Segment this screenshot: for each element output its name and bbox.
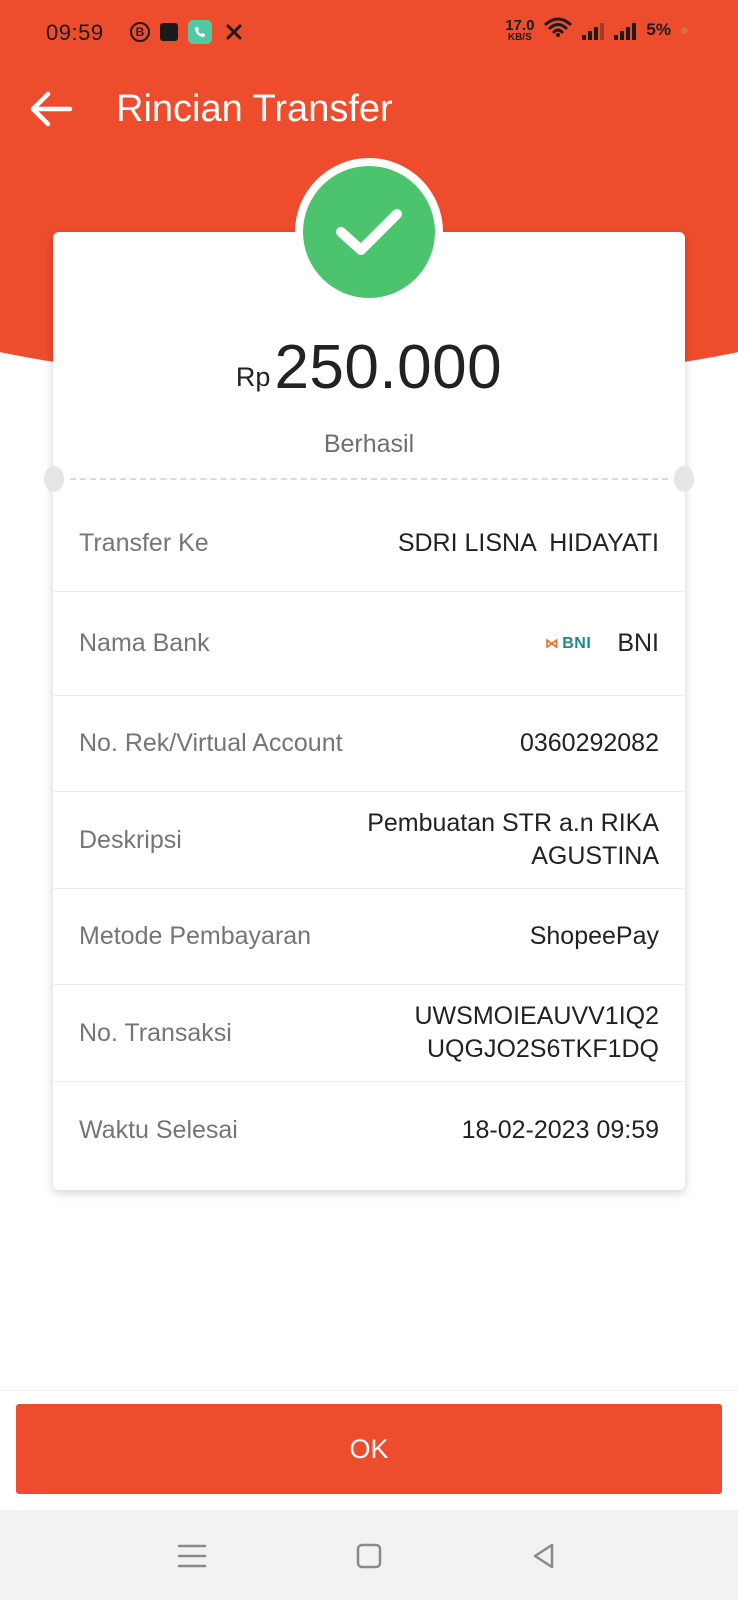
back-arrow-icon	[30, 91, 73, 127]
menu-icon	[177, 1544, 207, 1568]
detail-row-transaction-no: No. Transaksi UWSMOIEAUVV1IQ2 UQGJO2S6TK…	[53, 985, 685, 1082]
bank-value: ⋈ BNI BNI	[545, 627, 659, 660]
status-time: 09:59	[46, 20, 104, 45]
recent-apps-button[interactable]	[170, 1534, 214, 1578]
check-icon	[336, 209, 402, 255]
check-circle	[303, 166, 435, 298]
completed-time: 18-02-2023 09:59	[461, 1115, 659, 1144]
status-bar: 09:59 B 17.0 KB/S 5%	[0, 0, 738, 66]
back-triangle-icon	[533, 1543, 554, 1569]
page-title: Rincian Transfer	[116, 88, 393, 130]
battery-level: 5%	[646, 20, 671, 39]
detail-row-account: No. Rek/Virtual Account 0360292082	[53, 696, 685, 792]
whatsapp-icon	[188, 20, 212, 44]
signal-icon	[614, 20, 637, 40]
transaction-status: Berhasil	[323, 430, 415, 458]
dashed-divider	[70, 478, 668, 480]
description-line: Pembuatan STR a.n RIKA	[367, 809, 659, 837]
detail-label: Nama Bank	[79, 629, 210, 657]
detail-label: Transfer Ke	[79, 529, 209, 557]
network-speed: 17.0 KB/S	[505, 18, 534, 43]
success-badge	[295, 158, 443, 306]
ticket-notch-right	[674, 466, 694, 492]
ticket-notch-left	[44, 466, 64, 492]
screen: 09:59 B 17.0 KB/S 5% Rincian Transfer Rp…	[0, 0, 738, 1600]
shopping-bag-icon	[160, 23, 178, 41]
x-icon	[222, 20, 246, 44]
network-speed-unit: KB/S	[507, 31, 532, 43]
battery-icon	[681, 26, 688, 34]
recipient-name: SDRI LISNA HIDAYATI	[397, 529, 659, 557]
transaction-number: UWSMOIEAUVV1IQ2 UQGJO2S6TKF1DQ	[415, 1000, 660, 1066]
bni-logo-text: BNI	[562, 635, 592, 652]
description-line: AGUSTINA	[531, 842, 659, 870]
amount-currency: Rp	[235, 362, 271, 392]
detail-row-description: Deskripsi Pembuatan STR a.n RIKA AGUSTIN…	[53, 792, 685, 889]
signal-icon	[582, 20, 605, 40]
payment-method: ShopeePay	[529, 922, 659, 950]
detail-label: Metode Pembayaran	[79, 922, 312, 950]
ok-button[interactable]: OK	[16, 1404, 722, 1494]
detail-label: No. Rek/Virtual Account	[79, 729, 343, 757]
description-value: Pembuatan STR a.n RIKA AGUSTINA	[367, 807, 659, 873]
back-button[interactable]	[26, 84, 76, 134]
network-speed-value: 17.0	[505, 16, 535, 34]
bank-name: BNI	[617, 629, 659, 657]
notification-icons: B	[130, 20, 246, 44]
account-number: 0360292082	[519, 729, 659, 757]
detail-row-completed-time: Waktu Selesai 18-02-2023 09:59	[53, 1082, 685, 1178]
detail-row-bank: Nama Bank ⋈ BNI BNI	[53, 592, 685, 696]
bni-logo-mark: ⋈	[544, 635, 560, 651]
detail-list: Transfer Ke SDRI LISNA HIDAYATI Nama Ban…	[53, 496, 685, 1178]
detail-label: Deskripsi	[79, 825, 182, 854]
status-indicators: 17.0 KB/S 5%	[505, 16, 688, 44]
detail-label: Waktu Selesai	[79, 1115, 238, 1144]
home-button[interactable]	[347, 1534, 391, 1578]
bni-logo: ⋈ BNI	[545, 627, 592, 660]
detail-row-transfer-to: Transfer Ke SDRI LISNA HIDAYATI	[53, 496, 685, 592]
amount-value: 250.000	[274, 333, 503, 402]
detail-label: No. Transaksi	[79, 1018, 232, 1047]
amount: Rp250.000	[0, 332, 738, 403]
transaction-number-line: UWSMOIEAUVV1IQ2	[414, 1002, 660, 1030]
detail-row-payment-method: Metode Pembayaran ShopeePay	[53, 889, 685, 985]
wifi-icon	[544, 16, 572, 44]
system-nav-bar	[0, 1510, 738, 1600]
home-square-icon	[356, 1543, 382, 1569]
transaction-number-line: UQGJO2S6TKF1DQ	[427, 1035, 659, 1063]
b-circle-icon: B	[130, 22, 150, 42]
nav-back-button[interactable]	[522, 1534, 566, 1578]
